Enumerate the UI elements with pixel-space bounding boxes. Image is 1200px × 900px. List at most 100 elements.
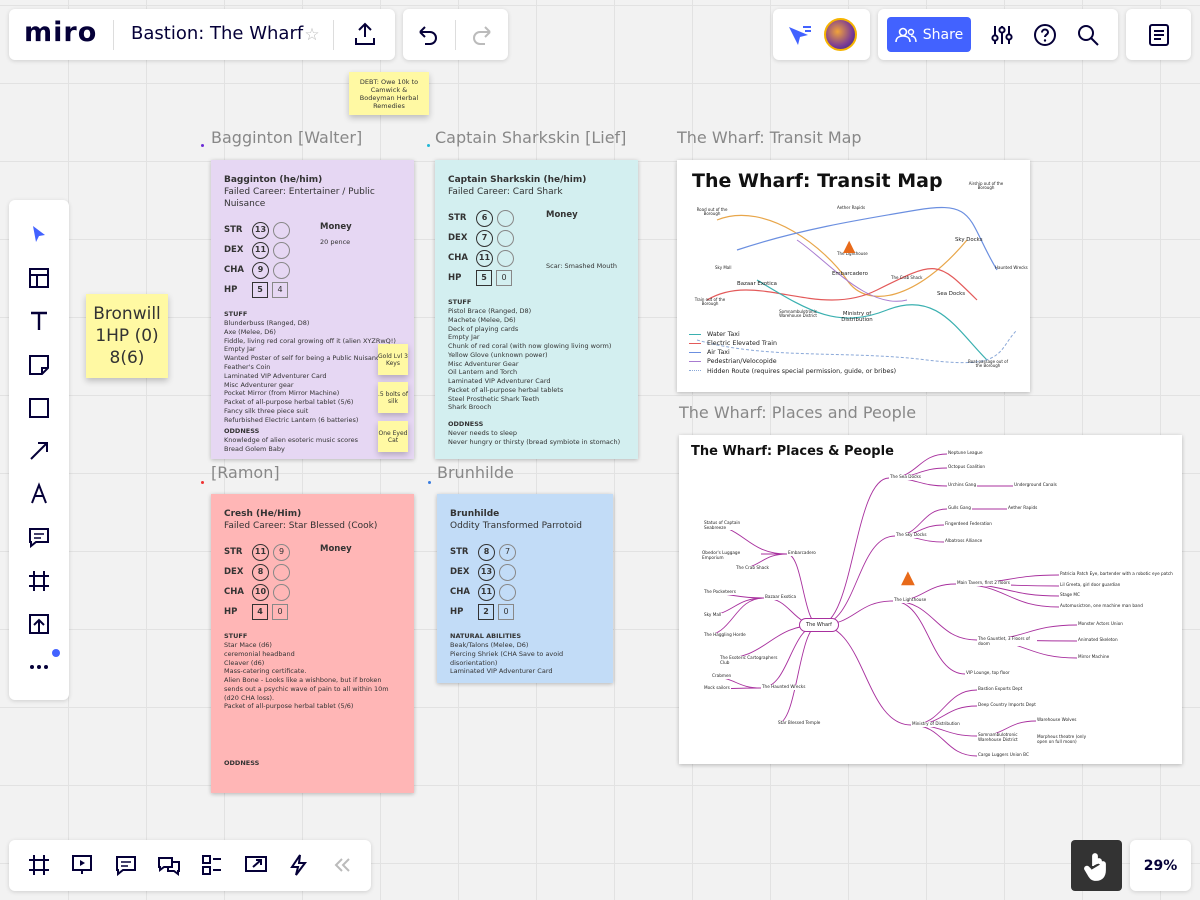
stat-current[interactable]: 9	[273, 543, 290, 561]
mindmap-node: Crabmen	[711, 673, 733, 679]
frame-title-bagginton[interactable]: Bagginton [Walter]	[211, 128, 362, 147]
pen-icon[interactable]	[24, 481, 54, 507]
upload-icon[interactable]	[24, 611, 54, 637]
frame-title-brunhilde[interactable]: Brunhilde	[437, 463, 514, 482]
eye-sticky[interactable]: One Eyed Cat	[378, 421, 408, 452]
shape-icon[interactable]	[24, 395, 54, 421]
lightning-icon[interactable]	[286, 852, 312, 878]
hp-current[interactable]: 4	[272, 282, 288, 299]
collapse-icon[interactable]	[329, 852, 355, 878]
settings-sliders-icon[interactable]	[989, 22, 1015, 48]
card-list-icon[interactable]	[199, 852, 225, 878]
share-button[interactable]: Share	[887, 17, 971, 52]
card-career: Failed Career: Star Blessed (Cook)	[224, 521, 378, 532]
bronwill-sticky[interactable]: Bronwill 1HP (0) 8(6)	[86, 294, 168, 378]
stat-value[interactable]: 7	[476, 229, 493, 247]
stuff-list: Blunderbuss (Ranged, D8) Axe (Melee, D6) F…	[224, 319, 401, 424]
arrow-icon[interactable]	[24, 438, 54, 464]
stuff-list: Star Mace (d6) ceremonial headband Cleaver…	[224, 641, 401, 711]
presence-dot	[428, 481, 431, 484]
chat-icon[interactable]	[156, 852, 182, 878]
board-title[interactable]: Bastion: The Wharf	[131, 23, 303, 44]
stat-current[interactable]	[499, 583, 516, 601]
legend-item: Pedestrian/Velocopide	[689, 357, 896, 366]
debt-sticky[interactable]: DEBT: Owe 10k to Camwick & Bodeyman Herb…	[349, 72, 429, 115]
frames-icon[interactable]	[26, 852, 52, 878]
screen-share-icon[interactable]	[243, 852, 269, 878]
stat-value[interactable]: 8	[252, 563, 269, 581]
gold-sticky[interactable]: Gold Lvl 3 Keys	[378, 344, 408, 375]
stat-current[interactable]	[273, 563, 290, 581]
legend-swatch	[689, 360, 701, 362]
logo-divider	[113, 20, 114, 50]
list-item: Misc Adventurer gear	[224, 380, 294, 389]
stat-value[interactable]: 11	[478, 583, 495, 601]
frame-icon[interactable]	[24, 568, 54, 594]
bolts-sticky[interactable]: .5 bolts of silk	[378, 382, 408, 413]
hp-max[interactable]: 4	[252, 604, 268, 621]
stat-current[interactable]	[273, 261, 290, 279]
places-map-image[interactable]: The Wharf: Places & People The Wharf The …	[679, 435, 1182, 764]
search-icon[interactable]	[1075, 22, 1101, 48]
stat-value[interactable]: 10	[252, 583, 269, 601]
help-icon[interactable]	[1032, 22, 1058, 48]
more-icon[interactable]	[24, 654, 54, 680]
stat-current[interactable]	[273, 241, 290, 259]
frame-title-places[interactable]: The Wharf: Places and People	[679, 403, 916, 422]
stat-value[interactable]: 9	[252, 261, 269, 279]
stat-value[interactable]: 11	[252, 241, 269, 259]
stat-current[interactable]: 7	[499, 543, 516, 561]
stat-value[interactable]: 6	[476, 209, 493, 227]
character-card-sharkskin[interactable]: Captain Sharkskin (he/him) Failed Career…	[435, 160, 638, 459]
abilities-list: Beak/Talons (Melee, D6) Piercing Shriek (…	[450, 641, 600, 676]
hp-max[interactable]: 5	[252, 282, 268, 299]
hp-max[interactable]: 2	[478, 604, 494, 621]
mindmap-node: Automusictron, one machine man band	[1059, 603, 1144, 609]
zoom-level[interactable]: 29%	[1130, 840, 1191, 891]
stat-current[interactable]	[497, 229, 514, 247]
export-icon[interactable]	[352, 20, 378, 48]
stat-dex: DEX 8	[224, 562, 294, 582]
frame-title-sharkskin[interactable]: Captain Sharkskin [Lief]	[435, 128, 626, 147]
hand-tool-button[interactable]	[1071, 840, 1122, 891]
hp-current[interactable]: 0	[272, 604, 288, 621]
miro-logo[interactable]: miro	[24, 17, 97, 48]
stat-value[interactable]: 11	[476, 249, 493, 267]
frame-title-transit[interactable]: The Wharf: Transit Map	[677, 128, 862, 147]
redo-icon[interactable]	[469, 22, 495, 48]
people-icon	[894, 27, 917, 42]
text-icon[interactable]	[24, 308, 54, 334]
stat-current[interactable]	[497, 209, 514, 227]
notes-icon[interactable]	[1146, 22, 1172, 48]
stat-value[interactable]: 8	[478, 543, 495, 561]
sticky-note-icon[interactable]	[24, 352, 54, 378]
mindmap-branch	[910, 689, 978, 726]
character-card-cresh[interactable]: Cresh (He/Him) Failed Career: Star Bless…	[211, 494, 414, 793]
undo-icon[interactable]	[415, 22, 441, 48]
stat-value[interactable]: 13	[252, 221, 269, 239]
stat-current[interactable]	[499, 563, 516, 581]
list-item: Bread Golem Baby	[224, 444, 285, 453]
stat-current[interactable]	[497, 249, 514, 267]
presentation-icon[interactable]	[69, 852, 95, 878]
templates-icon[interactable]	[24, 265, 54, 291]
comments-icon[interactable]	[113, 852, 139, 878]
stat-current[interactable]	[273, 583, 290, 601]
reactions-icon[interactable]	[786, 22, 812, 48]
avatar[interactable]	[824, 18, 857, 51]
transit-map-image[interactable]: The Wharf: Transit Map Road out of the B…	[677, 160, 1030, 392]
stat-current[interactable]	[273, 221, 290, 239]
select-icon[interactable]	[24, 222, 54, 248]
hp-max[interactable]: 5	[476, 270, 492, 287]
star-icon[interactable]: ☆	[301, 24, 323, 46]
mindmap-node: Sky Mall	[703, 612, 723, 618]
hp-current[interactable]: 0	[496, 270, 512, 287]
character-card-brunhilde[interactable]: Brunhilde Oddity Transformed Parrotoid S…	[437, 494, 613, 683]
stat-value[interactable]: 11	[252, 543, 269, 561]
frame-title-ramon[interactable]: [Ramon]	[211, 463, 280, 482]
comment-icon[interactable]	[24, 524, 54, 550]
hp-current[interactable]: 0	[498, 604, 514, 621]
character-card-bagginton[interactable]: Bagginton (he/him) Failed Career: Entert…	[211, 160, 414, 459]
stat-value[interactable]: 13	[478, 563, 495, 581]
mindmap-node: Main Tavern, first 2 floors	[956, 580, 1011, 586]
